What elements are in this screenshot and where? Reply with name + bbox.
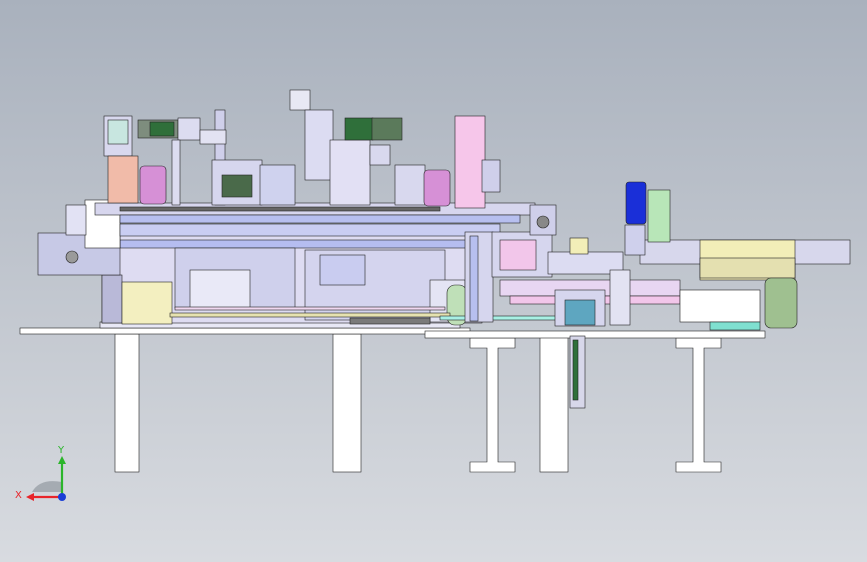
center-assembly (199, 89, 451, 207)
cad-viewport[interactable]: X Y (0, 0, 867, 562)
lower-frame (101, 234, 483, 326)
coordinate-triad-icon: X Y (15, 445, 66, 501)
x-axis-label: X (15, 490, 22, 501)
y-axis-label: Y (57, 445, 65, 456)
left-motor-tower (103, 115, 201, 206)
right-linear-module (609, 181, 851, 331)
machine-assembly-drawing: X Y (15, 89, 851, 501)
table-legs (114, 333, 722, 473)
